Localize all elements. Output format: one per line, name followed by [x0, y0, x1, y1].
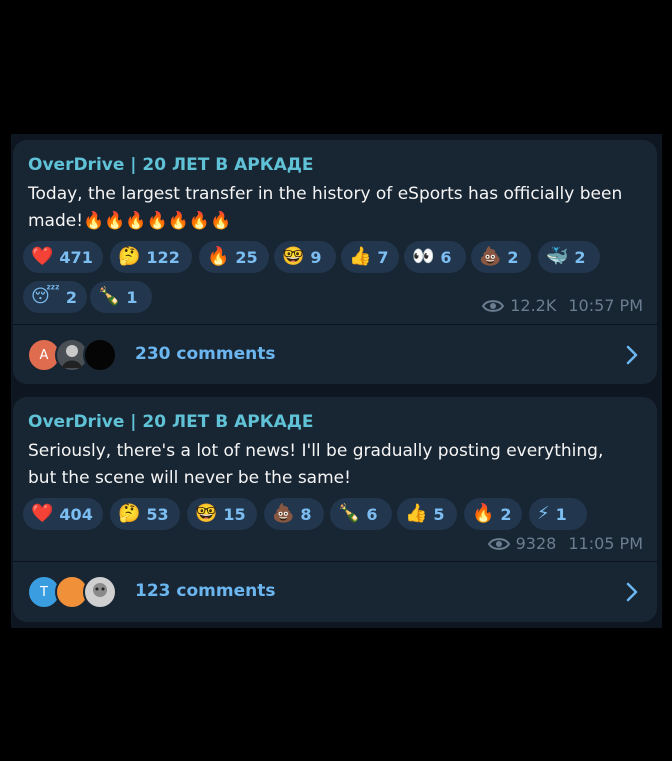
reaction-count: 1 — [126, 287, 138, 307]
reaction-chip[interactable]: 👍 7 — [341, 241, 399, 273]
heart-icon: ❤️ — [31, 246, 54, 267]
reaction-chip[interactable]: 💩 8 — [264, 498, 324, 530]
reaction-chip[interactable]: 🤓 9 — [274, 241, 336, 273]
eyes-icon: 👀 — [412, 246, 435, 267]
reaction-chip[interactable]: ⚡ 1 — [529, 498, 587, 530]
post-meta: 9328 11:05 PM — [487, 534, 643, 553]
chevron-right-icon[interactable] — [625, 344, 639, 366]
reaction-chip[interactable]: ❤️ 471 — [23, 241, 103, 273]
reaction-chip[interactable]: 👍 5 — [397, 498, 457, 530]
reaction-chip[interactable]: 🤓 15 — [187, 498, 257, 530]
reaction-count: 5 — [433, 504, 445, 524]
reaction-chip[interactable]: 🔥 2 — [464, 498, 522, 530]
post-author[interactable]: OverDrive | 20 ЛЕТ В АРКАДЕ — [28, 412, 314, 432]
post-time: 10:57 PM — [568, 296, 643, 315]
poop-icon: 💩 — [272, 503, 295, 524]
reaction-count: 404 — [59, 504, 93, 524]
reaction-count: 471 — [59, 247, 93, 267]
reaction-count: 1 — [555, 504, 567, 524]
reaction-chip[interactable]: 🍾 1 — [90, 281, 152, 313]
reaction-count: 122 — [146, 247, 180, 267]
post-meta: 12.2K 10:57 PM — [482, 296, 643, 315]
champagne-icon: 🍾 — [98, 286, 121, 307]
reaction-count: 9 — [310, 247, 322, 267]
whale-icon: 🐳 — [546, 246, 569, 267]
views-eye-icon — [482, 299, 505, 312]
fire-icon: 🔥 — [472, 503, 495, 524]
reaction-count: 2 — [574, 247, 586, 267]
champagne-icon: 🍾 — [338, 503, 361, 524]
post-time: 11:05 PM — [568, 534, 643, 553]
nerd-face-icon: 🤓 — [282, 246, 305, 267]
avatar-dark — [83, 338, 117, 372]
reaction-chip[interactable]: 🍾 6 — [330, 498, 392, 530]
chevron-right-icon[interactable] — [625, 581, 639, 603]
thinking-face-icon: 🤔 — [118, 503, 141, 524]
thinking-face-icon: 🤔 — [118, 246, 141, 267]
comments-count[interactable]: 230 comments — [135, 344, 275, 364]
comments-button[interactable]: A 230 comments — [13, 326, 657, 384]
reaction-count: 6 — [366, 504, 378, 524]
reaction-count: 2 — [500, 504, 512, 524]
poop-icon: 💩 — [479, 246, 502, 267]
heart-icon: ❤️ — [31, 503, 54, 524]
thumbs-up-icon: 👍 — [349, 246, 372, 267]
reaction-chip[interactable]: ❤️ 404 — [23, 498, 103, 530]
reaction-count: 2 — [65, 287, 78, 307]
reaction-count: 2 — [507, 247, 519, 267]
reaction-count: 25 — [235, 247, 258, 267]
reaction-chip[interactable]: 😴 2 — [23, 281, 88, 313]
nerd-face-icon: 🤓 — [195, 503, 218, 524]
channel-post: OverDrive | 20 ЛЕТ В АРКАДЕ Seriously, t… — [13, 397, 657, 622]
post-text: Seriously, there's a lot of news! I'll b… — [28, 441, 604, 488]
post-text: Today, the largest transfer in the histo… — [28, 184, 623, 231]
post-author[interactable]: OverDrive | 20 ЛЕТ В АРКАДЕ — [28, 155, 314, 175]
reaction-chip[interactable]: 🔥 25 — [199, 241, 269, 273]
fire-icon: 🔥 — [207, 246, 230, 267]
divider — [13, 324, 657, 325]
lightning-icon: ⚡ — [537, 503, 550, 524]
sleeping-face-icon: 😴 — [31, 286, 60, 307]
reaction-chip[interactable]: 💩 2 — [471, 241, 531, 273]
reaction-count: 6 — [440, 247, 452, 267]
reaction-chip[interactable]: 🤔 53 — [110, 498, 180, 530]
reaction-chip[interactable]: 🤔 122 — [110, 241, 192, 273]
thumbs-up-icon: 👍 — [405, 503, 428, 524]
comments-button[interactable]: T 123 comments — [13, 563, 657, 621]
reaction-count: 7 — [377, 247, 389, 267]
views-eye-icon — [487, 537, 510, 550]
reaction-count: 15 — [223, 504, 246, 524]
divider — [13, 561, 657, 562]
channel-post: OverDrive | 20 ЛЕТ В АРКАДЕ Today, the l… — [13, 140, 657, 384]
reaction-count: 53 — [146, 504, 169, 524]
comments-count[interactable]: 123 comments — [135, 581, 275, 601]
reaction-chip[interactable]: 🐳 2 — [538, 241, 600, 273]
views-count: 12.2K — [510, 296, 557, 315]
views-count: 9328 — [515, 534, 557, 553]
reaction-chip[interactable]: 👀 6 — [404, 241, 466, 273]
reaction-count: 8 — [300, 504, 312, 524]
avatar-photo — [83, 575, 117, 609]
